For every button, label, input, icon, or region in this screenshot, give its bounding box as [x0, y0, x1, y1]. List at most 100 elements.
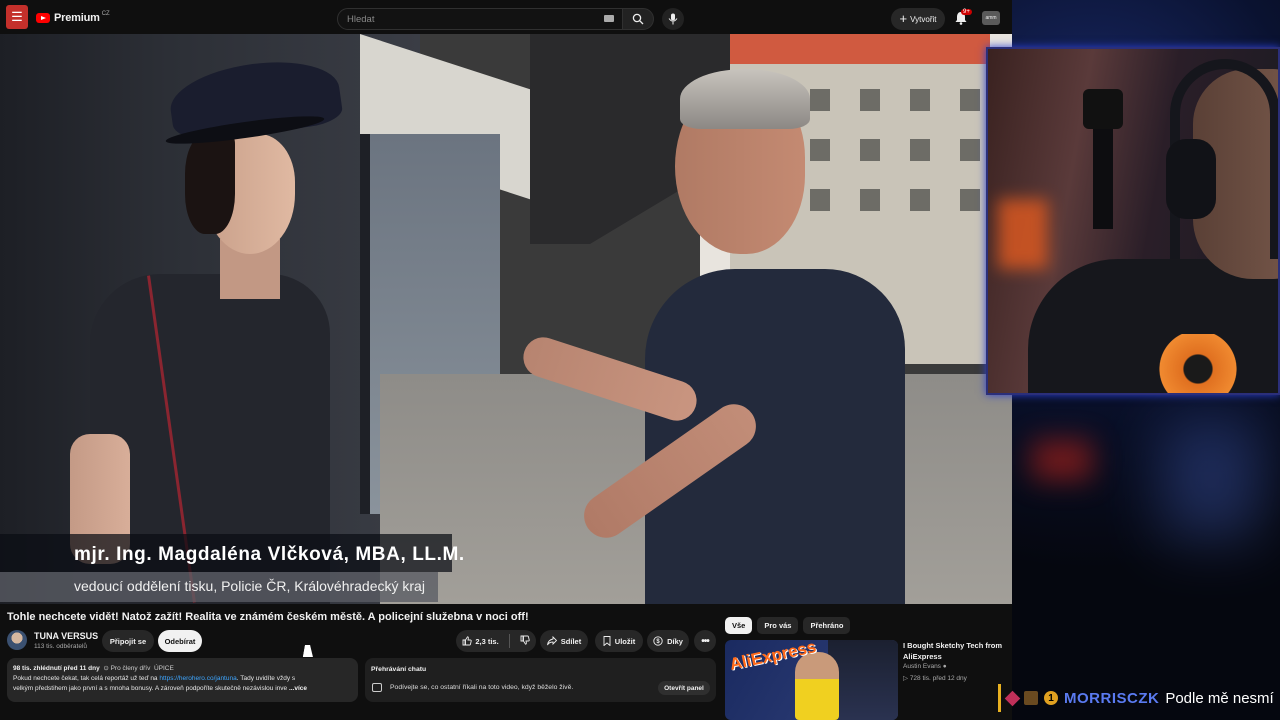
subscriber-badge-icon	[1004, 690, 1021, 706]
chat-replay-text: Podívejte se, co ostatní říkali na toto …	[390, 684, 574, 691]
bookmark-icon	[603, 636, 611, 646]
video-person-reporter	[480, 69, 910, 604]
subscribe-label: Odebírat	[164, 636, 196, 646]
video-scene	[960, 139, 980, 161]
share-label: Sdílet	[560, 636, 582, 646]
dislike-button[interactable]	[520, 635, 530, 647]
recommended-meta: ▷ 728 tis. před 12 dny	[903, 674, 967, 682]
video-scene	[680, 69, 810, 129]
top-bar: ☰ Premium CZ Hledat + Vytvořit 9+ amm	[0, 0, 1012, 36]
background-light	[1162, 420, 1262, 540]
notifications-button[interactable]: 9+	[955, 9, 972, 25]
channel-avatar[interactable]	[7, 630, 27, 650]
join-button[interactable]: Připojit se	[102, 630, 154, 652]
video-scene	[185, 134, 235, 234]
broadcast-icon: ▷	[903, 675, 908, 682]
thumbs-down-icon	[520, 635, 530, 645]
like-dislike-group: 2,3 tis.	[456, 630, 536, 652]
mouse-cursor	[302, 645, 316, 657]
hamburger-icon: ☰	[11, 9, 23, 24]
plus-icon: +	[899, 11, 908, 26]
save-label: Uložit	[614, 636, 636, 646]
members-icon: ⊙	[103, 665, 109, 672]
thanks-icon: $	[653, 636, 663, 646]
video-scene	[910, 89, 930, 111]
verified-icon: ●	[942, 663, 947, 670]
join-label: Připojit se	[109, 636, 147, 646]
webcam-image	[998, 199, 1048, 269]
youtube-logo[interactable]: Premium CZ	[36, 11, 110, 24]
description-text: Pokud nechcete čekat, tak celá reportáž …	[13, 675, 158, 682]
search-placeholder: Hledat	[347, 13, 375, 25]
tier-badge-icon: 1	[1044, 691, 1058, 705]
youtube-window: ☰ Premium CZ Hledat + Vytvořit 9+ amm mj…	[0, 0, 1012, 720]
video-person-officer	[70, 52, 345, 604]
bits-badge-icon	[1024, 691, 1038, 705]
webcam-image	[1083, 89, 1123, 129]
like-button[interactable]: 2,3 tis.	[462, 636, 499, 646]
account-avatar[interactable]: amm	[982, 11, 1000, 25]
screen: ☰ Premium CZ Hledat + Vytvořit 9+ amm mj…	[0, 0, 1280, 720]
webcam-image	[1166, 139, 1216, 219]
recommended-title[interactable]: I Bought Sketchy Tech from AliExpress	[903, 640, 1008, 662]
divider	[508, 634, 510, 648]
recommended-channel-name: Austin Evans	[903, 663, 941, 670]
microphone-icon	[668, 13, 678, 25]
chat-replay-heading: Přehrávání chatu	[371, 666, 427, 673]
more-horizontal-icon: •••	[701, 635, 709, 647]
svg-text:$: $	[656, 639, 660, 645]
members-label: Pro členy dřív	[110, 665, 151, 672]
save-button[interactable]: Uložit	[595, 630, 643, 652]
filter-chips: Vše Pro vás Přehráno	[725, 617, 851, 634]
channel-name[interactable]: TUNA VERSUS	[34, 631, 98, 641]
description-link[interactable]: https://herohero.co/jantuna	[159, 675, 236, 682]
notification-badge: 9+	[961, 9, 972, 15]
thumbnail-image	[795, 652, 839, 720]
description-text: velkým předstihem jako první a s mnoha b…	[13, 685, 288, 692]
like-count: 2,3 tis.	[475, 636, 499, 646]
recommended-channel: Austin Evans ●	[903, 663, 947, 670]
recommended-thumbnail[interactable]: AliExpress	[725, 640, 898, 720]
more-actions-button[interactable]: •••	[694, 630, 716, 652]
lower-third-role: vedoucí oddělení tisku, Policie ČR, Král…	[0, 572, 438, 602]
chip-all[interactable]: Vše	[725, 617, 753, 634]
chat-icon	[372, 683, 382, 692]
share-button[interactable]: Sdílet	[540, 630, 588, 652]
thanks-button[interactable]: $ Díky	[647, 630, 689, 652]
chip-watched[interactable]: Přehráno	[803, 617, 851, 634]
description-line: velkým předstihem jako první a s mnoha b…	[13, 684, 352, 694]
search-input[interactable]: Hledat	[337, 8, 623, 30]
chip-for-you[interactable]: Pro vás	[757, 617, 799, 634]
video-scene	[960, 89, 980, 111]
webcam-image	[1138, 334, 1258, 393]
video-player[interactable]: mjr. Ing. Magdaléna Vlčková, MBA, LL.M. …	[0, 34, 1012, 604]
search-icon	[632, 13, 644, 25]
search-button[interactable]	[622, 8, 654, 30]
logo-country: CZ	[101, 11, 110, 17]
background-light	[1032, 440, 1092, 480]
video-scene	[960, 189, 980, 211]
open-chat-panel-button[interactable]: Otevřít panel	[658, 681, 710, 695]
show-more-link[interactable]: ...více	[289, 685, 307, 692]
thanks-label: Díky	[667, 636, 683, 646]
logo-text: Premium	[54, 12, 100, 24]
stream-chat-message: 1 MORRISCZK Podle mě nesmí	[998, 684, 1274, 712]
lower-third-name: mjr. Ing. Magdaléna Vlčková, MBA, LL.M.	[0, 534, 464, 572]
description-text: . Tady uvidíte vždy s	[236, 675, 296, 682]
video-scene	[910, 139, 930, 161]
chat-username: MORRISCZK	[1064, 689, 1160, 707]
description-line: Pokud nechcete čekat, tak celá reportáž …	[13, 674, 352, 684]
create-button[interactable]: + Vytvořit	[891, 8, 945, 30]
create-label: Vytvořit	[910, 14, 937, 24]
youtube-play-icon	[36, 13, 50, 23]
chat-replay-panel: Přehrávání chatu Podívejte se, co ostatn…	[365, 658, 716, 702]
location-tag[interactable]: ÚPICE	[154, 665, 174, 672]
subscribe-button[interactable]: Odebírat	[158, 630, 202, 652]
description-box[interactable]: 98 tis. zhlédnutí před 11 dny ⊙ Pro člen…	[7, 658, 358, 702]
menu-button[interactable]: ☰	[6, 5, 28, 29]
keyboard-icon[interactable]	[604, 15, 614, 22]
thumbs-up-icon	[462, 636, 472, 646]
video-title: Tohle nechcete vidět! Natož zažít! Reali…	[7, 611, 529, 623]
chat-message-text: Podle mě nesmí	[1165, 689, 1274, 707]
voice-search-button[interactable]	[662, 8, 684, 30]
